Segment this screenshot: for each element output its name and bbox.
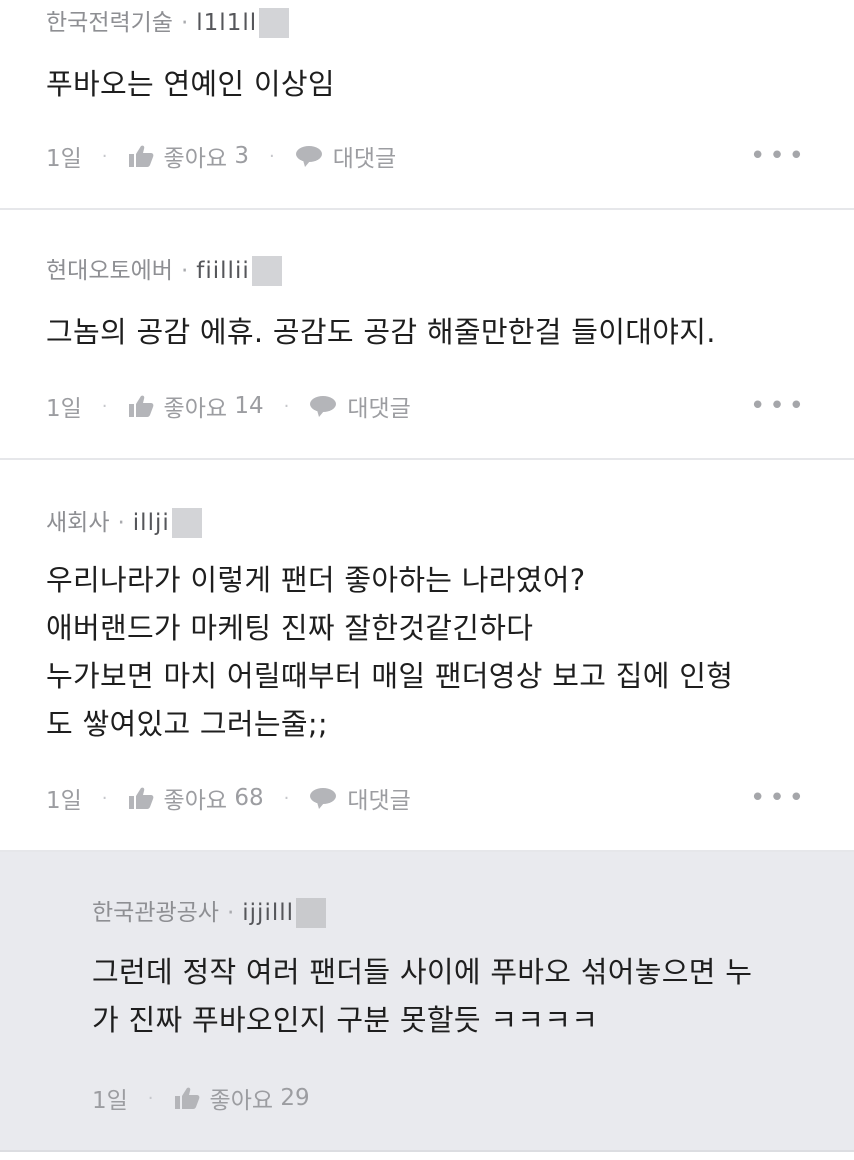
like-button[interactable]: 좋아요 29 bbox=[174, 1081, 310, 1115]
like-count: 29 bbox=[280, 1085, 310, 1111]
separator-dot: · bbox=[226, 900, 235, 926]
reply-meta: 한국관광공사 · ijjilll bbox=[92, 852, 808, 928]
separator-dot: · bbox=[268, 145, 275, 167]
comment-time: 1일 bbox=[46, 396, 82, 422]
comment-line: 우리나라가 이렇게 팬더 좋아하는 나라였어? bbox=[46, 563, 586, 597]
comment-time: 1일 bbox=[46, 146, 82, 172]
company-name[interactable]: 한국관광공사 bbox=[92, 898, 219, 928]
like-button[interactable]: 좋아요 14 bbox=[128, 389, 264, 423]
company-name[interactable]: 새회사 bbox=[46, 508, 109, 538]
comment-text: 그놈의 공감 에휴. 공감도 공감 해줄만한걸 들이대야지. bbox=[46, 308, 808, 356]
reply-label: 대댓글 bbox=[347, 788, 411, 814]
masked-id-block bbox=[171, 508, 202, 538]
comment-meta: 현대오토에버 · fiillii bbox=[46, 210, 808, 286]
speech-bubble-icon bbox=[309, 394, 337, 418]
thumbs-up-icon bbox=[174, 1086, 200, 1110]
separator-dot: · bbox=[147, 1087, 154, 1109]
reply-button[interactable]: 대댓글 bbox=[309, 389, 411, 423]
user-id: illji bbox=[132, 510, 170, 536]
comment-time: 1일 bbox=[46, 788, 82, 814]
speech-bubble-icon bbox=[295, 144, 323, 168]
more-dots-icon[interactable]: ••• bbox=[750, 390, 808, 422]
like-label: 좋아요 bbox=[209, 1088, 274, 1114]
comment-item: 새회사 · illji 우리나라가 이렇게 팬더 좋아하는 나라였어? 애버랜드… bbox=[0, 460, 854, 852]
like-count: 68 bbox=[234, 785, 264, 811]
comment-actions: 1일 · 좋아요 68 · 대댓글 ••• bbox=[46, 782, 808, 814]
reply-item: 한국관광공사 · ijjilll 그런데 정작 여러 팬더들 사이에 푸바오 섞… bbox=[0, 852, 854, 1152]
reply-label: 대댓글 bbox=[347, 396, 411, 422]
like-label: 좋아요 bbox=[163, 788, 228, 814]
separator-dot: · bbox=[180, 258, 189, 284]
comment-meta: 새회사 · illji bbox=[46, 460, 808, 538]
comment-line: 푸바오는 연예인 이상임 bbox=[46, 67, 335, 101]
comment-item: 한국전력기술 · l1l1ll 푸바오는 연예인 이상임 1일 · 좋아요 3 … bbox=[0, 0, 854, 210]
user-id: l1l1ll bbox=[196, 10, 258, 36]
comment-line: 도 쌓여있고 그러는줄;; bbox=[46, 707, 328, 741]
like-count: 3 bbox=[234, 143, 249, 169]
like-button[interactable]: 좋아요 3 bbox=[128, 139, 249, 173]
reply-label: 대댓글 bbox=[332, 146, 397, 172]
like-label: 좋아요 bbox=[163, 146, 228, 172]
reply-line: 그런데 정작 여러 팬더들 사이에 푸바오 섞어놓으면 누 bbox=[92, 955, 753, 989]
comment-line: 누가보면 마치 어릴때부터 매일 팬더영상 보고 집에 인형 bbox=[46, 659, 734, 693]
company-name[interactable]: 한국전력기술 bbox=[46, 8, 173, 38]
comment-text: 우리나라가 이렇게 팬더 좋아하는 나라였어? 애버랜드가 마케팅 진짜 잘한것… bbox=[46, 556, 808, 748]
more-dots-icon[interactable]: ••• bbox=[750, 782, 808, 814]
separator-dot: · bbox=[101, 145, 108, 167]
comment-line: 애버랜드가 마케팅 진짜 잘한것같긴하다 bbox=[46, 611, 534, 645]
comment-meta: 한국전력기술 · l1l1ll bbox=[46, 0, 808, 38]
reply-actions: 1일 · 좋아요 29 bbox=[92, 1082, 808, 1114]
like-button[interactable]: 좋아요 68 bbox=[128, 781, 264, 815]
separator-dot: · bbox=[101, 395, 108, 417]
user-id: ijjilll bbox=[242, 900, 295, 926]
separator-dot: · bbox=[180, 10, 189, 36]
speech-bubble-icon bbox=[309, 786, 337, 810]
comment-item: 현대오토에버 · fiillii 그놈의 공감 에휴. 공감도 공감 해줄만한걸… bbox=[0, 210, 854, 460]
separator-dot: · bbox=[117, 510, 125, 536]
like-label: 좋아요 bbox=[163, 396, 228, 422]
reply-line: 가 진짜 푸바오인지 구분 못할듯 ㅋㅋㅋㅋ bbox=[92, 1003, 599, 1037]
thumbs-up-icon bbox=[128, 394, 154, 418]
more-dots-icon[interactable]: ••• bbox=[750, 140, 808, 172]
reply-time: 1일 bbox=[92, 1088, 128, 1114]
reply-button[interactable]: 대댓글 bbox=[309, 781, 411, 815]
company-name[interactable]: 현대오토에버 bbox=[46, 256, 173, 286]
thumbs-up-icon bbox=[128, 144, 154, 168]
separator-dot: · bbox=[283, 395, 290, 417]
masked-id-block bbox=[259, 8, 290, 38]
comment-text: 푸바오는 연예인 이상임 bbox=[46, 60, 808, 108]
user-id: fiillii bbox=[196, 258, 250, 284]
reply-button[interactable]: 대댓글 bbox=[295, 139, 396, 173]
like-count: 14 bbox=[234, 393, 264, 419]
masked-id-block bbox=[296, 898, 327, 928]
thumbs-up-icon bbox=[128, 786, 154, 810]
comment-line: 그놈의 공감 에휴. 공감도 공감 해줄만한걸 들이대야지. bbox=[46, 315, 716, 349]
separator-dot: · bbox=[101, 787, 108, 809]
masked-id-block bbox=[251, 256, 282, 286]
reply-text: 그런데 정작 여러 팬더들 사이에 푸바오 섞어놓으면 누 가 진짜 푸바오인지… bbox=[92, 948, 808, 1044]
comment-actions: 1일 · 좋아요 14 · 대댓글 ••• bbox=[46, 390, 808, 422]
comment-actions: 1일 · 좋아요 3 · 대댓글 ••• bbox=[46, 140, 808, 172]
separator-dot: · bbox=[283, 787, 290, 809]
